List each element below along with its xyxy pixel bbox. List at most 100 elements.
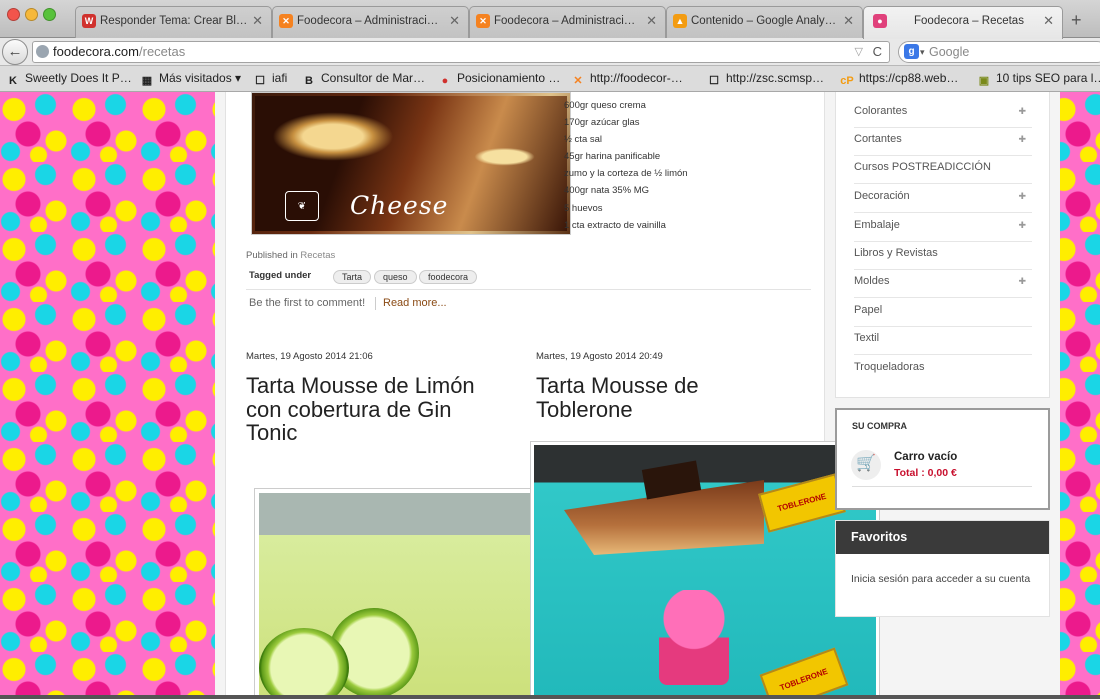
joomla-icon: ✕ xyxy=(476,14,490,28)
bookmark-item[interactable]: ✕ http://foodecor-… xyxy=(571,71,683,88)
bookmark-label: Sweetly Does It P… xyxy=(25,71,132,85)
tab-foodecora-admin-1[interactable]: ✕ Foodecora – Administraci… ✕ xyxy=(272,6,469,38)
analytics-icon: ▲ xyxy=(673,14,687,28)
zoom-window-button[interactable] xyxy=(43,8,56,21)
first-comment-link[interactable]: Be the first to comment! xyxy=(249,297,365,309)
toblerone-tart-image[interactable]: TOBLERONE TOBLERONE xyxy=(530,441,880,699)
tab-title: Foodecora – Recetas xyxy=(914,15,1024,27)
lemon-tart-image[interactable] xyxy=(254,488,544,699)
category-label: Moldes xyxy=(854,275,890,287)
bookmark-item[interactable]: ☐ iafi xyxy=(253,71,287,88)
bookmark-label: 10 tips SEO para l… xyxy=(996,71,1100,85)
red-circle-icon: ● xyxy=(441,75,449,87)
page-viewport[interactable]: ❦ Cheese 600gr queso crema 170gr azúcar … xyxy=(0,92,1100,699)
ingredient-item: zumo y la corteza de ½ limón xyxy=(564,168,688,180)
toblerone-box: TOBLERONE xyxy=(758,473,846,533)
bookmark-item[interactable]: ☐ http://zsc.scmsp… xyxy=(707,71,824,88)
cupcake-decoration xyxy=(659,590,729,685)
tag-queso[interactable]: queso xyxy=(374,270,417,284)
cart-heading: SU COMPRA xyxy=(852,421,908,431)
close-window-button[interactable] xyxy=(7,8,20,21)
tab-google-analytics[interactable]: ▲ Contenido – Google Analy… ✕ xyxy=(666,6,863,38)
read-more-link[interactable]: Read more... xyxy=(383,297,447,309)
expand-icon[interactable]: ✚ xyxy=(1018,100,1026,122)
category-item-troqueladoras[interactable]: Troqueladoras xyxy=(854,356,1032,384)
bookmark-item[interactable]: ▣ 10 tips SEO para l… xyxy=(977,71,1100,88)
chevron-down-icon[interactable]: ▾ xyxy=(920,42,925,62)
tab-title: Responder Tema: Crear Bl… xyxy=(100,15,248,27)
minimize-window-button[interactable] xyxy=(25,8,38,21)
url-bar[interactable]: foodecora.com/recetas ▽ C xyxy=(32,41,890,63)
bookmark-item[interactable]: ▦ Más visitados ▾ xyxy=(140,71,241,88)
post-date: Martes, 19 Agosto 2014 20:49 xyxy=(536,351,663,362)
google-search-icon[interactable]: g xyxy=(904,44,919,59)
favorites-heading: Favoritos xyxy=(836,521,1049,554)
category-label: Textil xyxy=(854,332,880,344)
category-link[interactable]: Recetas xyxy=(300,250,335,261)
cheesecake-image[interactable]: ❦ Cheese xyxy=(251,92,571,235)
tab-foodecora-admin-2[interactable]: ✕ Foodecora – Administraci… ✕ xyxy=(469,6,666,38)
ingredients-list: 600gr queso crema 170gr azúcar glas ½ ct… xyxy=(564,97,688,234)
green-square-icon: ▣ xyxy=(978,75,990,87)
bookmark-item[interactable]: cP https://cp88.web… xyxy=(840,71,958,88)
favorites-login-message[interactable]: Inicia sesión para acceder a su cuenta xyxy=(851,571,1031,587)
category-item-libros[interactable]: Libros y Revistas xyxy=(854,242,1032,270)
bookmark-label: http://foodecor-… xyxy=(590,71,683,85)
post-title-lemon[interactable]: Tarta Mousse de Limón con cobertura de G… xyxy=(246,374,506,445)
new-tab-button[interactable]: + xyxy=(1071,10,1082,31)
cpanel-icon: cP xyxy=(840,75,854,87)
close-tab-icon[interactable]: ✕ xyxy=(843,7,854,35)
category-item-cortantes[interactable]: Cortantes ✚ xyxy=(854,128,1032,156)
window-bottom-edge xyxy=(0,695,1100,699)
close-tab-icon[interactable]: ✕ xyxy=(252,7,263,35)
post-title-toblerone[interactable]: Tarta Mousse de Toblerone xyxy=(536,374,766,421)
close-tab-icon[interactable]: ✕ xyxy=(1043,7,1054,35)
divider xyxy=(375,297,376,310)
category-label: Troqueladoras xyxy=(854,361,925,373)
tag-tarta[interactable]: Tarta xyxy=(333,270,372,284)
close-tab-icon[interactable]: ✕ xyxy=(646,7,657,35)
tag-foodecora[interactable]: foodecora xyxy=(419,270,478,284)
published-prefix: Published in xyxy=(246,250,298,261)
close-tab-icon[interactable]: ✕ xyxy=(449,7,460,35)
bookmarks-bar: K Sweetly Does It P… ▦ Más visitados ▾ ☐ ia… xyxy=(0,66,1100,92)
category-label: Cortantes xyxy=(854,133,902,145)
back-button[interactable]: ← xyxy=(2,39,28,65)
expand-icon[interactable]: ✚ xyxy=(1018,128,1026,150)
bookmark-label: Consultor de Mar… xyxy=(321,71,426,85)
tab-responder-tema[interactable]: W Responder Tema: Crear Bl… ✕ xyxy=(75,6,272,38)
published-in: Published in Recetas xyxy=(246,250,335,261)
tab-foodecora-recetas[interactable]: ● Foodecora – Recetas ✕ xyxy=(863,6,1063,39)
category-label: Cursos POSTREADICCIÓN xyxy=(854,161,991,173)
category-item-moldes[interactable]: Moldes ✚ xyxy=(854,270,1032,298)
bookmark-item[interactable]: B Consultor de Mar… xyxy=(302,71,425,88)
expand-icon[interactable]: ✚ xyxy=(1018,270,1026,292)
tab-title: Foodecora – Administraci… xyxy=(297,15,439,27)
category-item-cursos[interactable]: Cursos POSTREADICCIÓN xyxy=(854,156,1032,184)
expand-icon[interactable]: ✚ xyxy=(1018,185,1026,207)
bookmark-item[interactable]: K Sweetly Does It P… xyxy=(6,71,132,88)
bookmark-label: https://cp88.web… xyxy=(859,71,959,85)
ingredient-item: 1 cta extracto de vainilla xyxy=(564,219,666,231)
category-label: Libros y Revistas xyxy=(854,247,938,259)
folder-icon: ▦ xyxy=(141,75,153,87)
category-item-papel[interactable]: Papel xyxy=(854,299,1032,327)
divider xyxy=(852,486,1032,487)
shopping-cart-icon[interactable]: 🛒 xyxy=(851,450,881,480)
bookmark-k-icon: K xyxy=(9,75,17,87)
search-bar[interactable]: g ▾ Google xyxy=(898,41,1100,63)
cart-status[interactable]: Carro vacío xyxy=(894,451,957,463)
category-item-embalaje[interactable]: Embalaje ✚ xyxy=(854,214,1032,242)
category-item-textil[interactable]: Textil xyxy=(854,327,1032,355)
ingredient-item: 45gr harina panificable xyxy=(564,151,661,163)
reload-icon[interactable]: C xyxy=(873,42,882,62)
expand-icon[interactable]: ✚ xyxy=(1018,214,1026,236)
sidebar: Colorantes ✚ Cortantes ✚ Cursos POSTREADIC… xyxy=(835,92,1050,699)
back-arrow-icon: ← xyxy=(7,43,23,60)
category-item-decoracion[interactable]: Decoración ✚ xyxy=(854,185,1032,213)
category-list: Colorantes ✚ Cortantes ✚ Cursos POSTREADIC… xyxy=(835,92,1050,398)
bookmark-star-icon[interactable]: ▽ xyxy=(855,42,863,62)
category-label: Embalaje xyxy=(854,219,900,231)
category-item-colorantes[interactable]: Colorantes ✚ xyxy=(854,100,1032,128)
bookmark-item[interactable]: ● Posicionamiento … xyxy=(438,71,561,88)
